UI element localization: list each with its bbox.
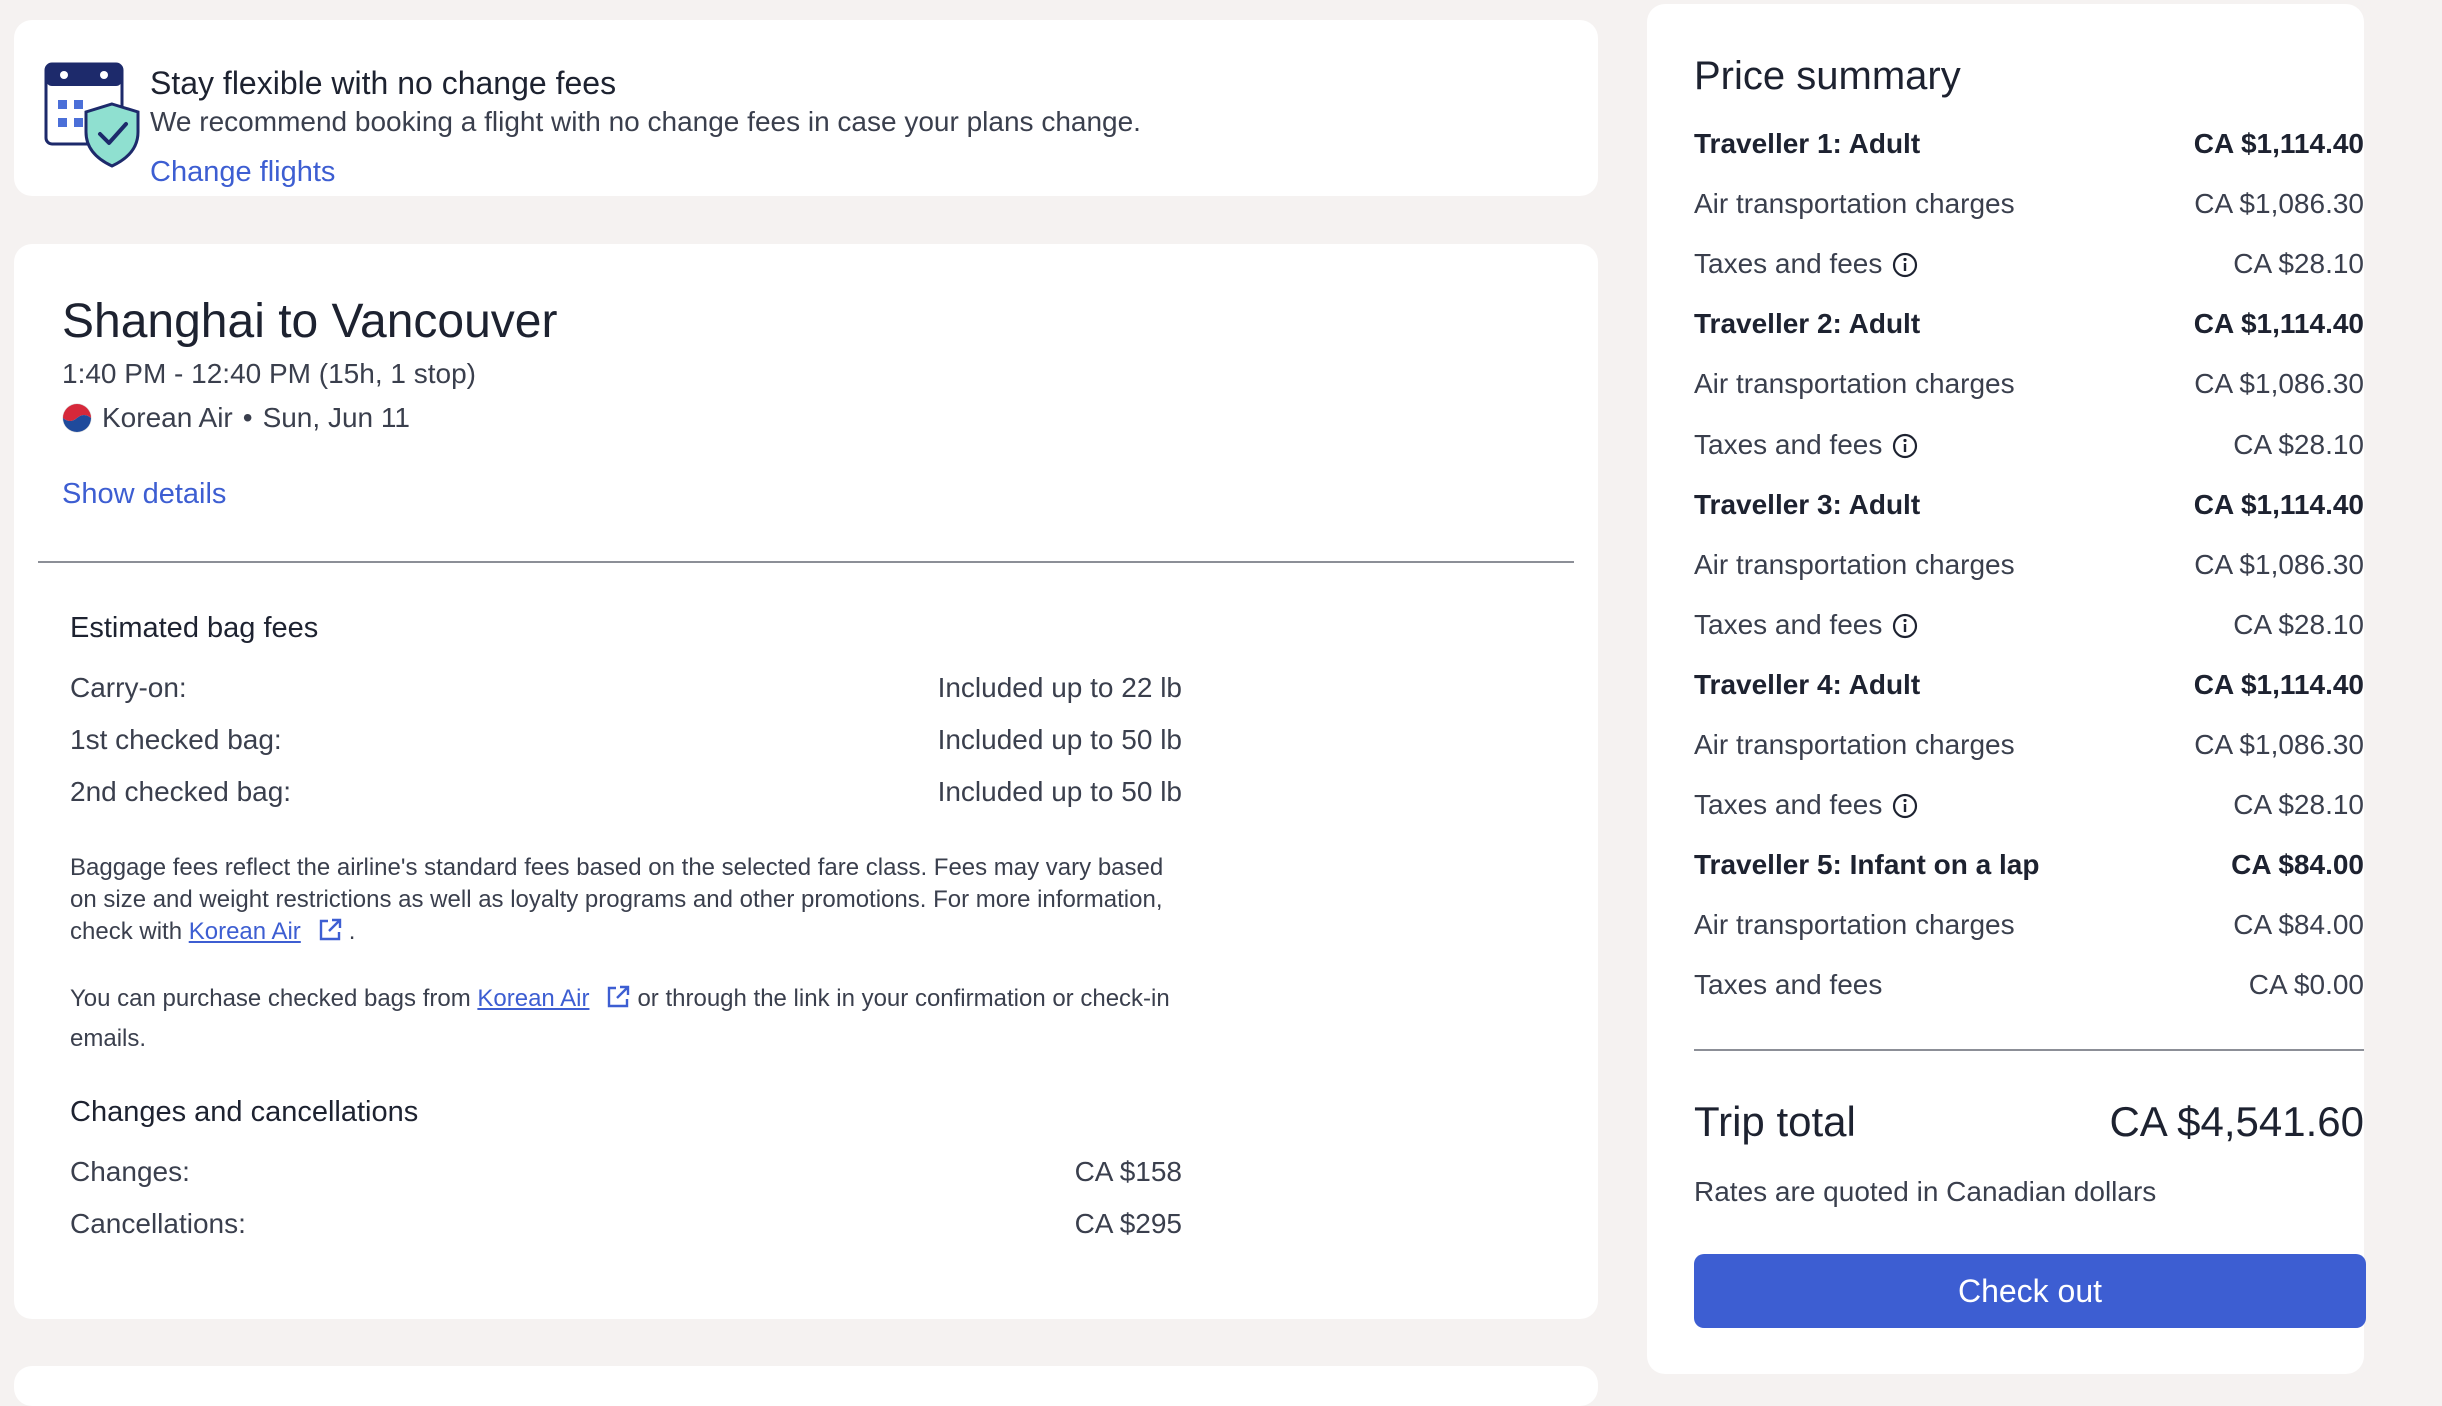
next-card	[14, 1366, 1598, 1406]
air-charges-row: Air transportation charges CA $1,086.30	[1694, 188, 2364, 220]
info-icon[interactable]	[1892, 613, 1918, 639]
price-row-amount: CA $1,114.40	[2193, 308, 2364, 339]
bag-row-2nd-checked: 2nd checked bag: Included up to 50 lb	[70, 776, 1182, 808]
price-summary-card: Price summary Traveller 1: Adult CA $1,1…	[1647, 4, 2366, 1374]
price-row-label: Taxes and fees	[1694, 248, 1883, 279]
air-charges-row: Air transportation charges CA $1,086.30	[1694, 729, 2364, 761]
divider	[38, 561, 1574, 563]
bag-row-value: Included up to 22 lb	[937, 672, 1182, 703]
show-details-link[interactable]: Show details	[62, 478, 226, 511]
purchase-bags-note: You can purchase checked bags from Korea…	[70, 979, 1190, 1059]
taxes-fees-row: Taxes and fees CA $28.10	[1694, 609, 2364, 641]
price-row-label: Traveller 2: Adult	[1694, 308, 1921, 339]
price-row-amount: CA $28.10	[2233, 789, 2364, 820]
price-row-amount: CA $1,114.40	[2193, 489, 2364, 520]
info-icon[interactable]	[1892, 433, 1918, 459]
price-row-label: Air transportation charges	[1694, 729, 2015, 760]
bag-row-value: Included up to 50 lb	[937, 724, 1182, 755]
price-row-amount: CA $28.10	[2233, 429, 2364, 460]
taxes-fees-row: Taxes and fees CA $0.00	[1694, 969, 2364, 1001]
korean-air-link[interactable]: Korean Air	[477, 985, 589, 1012]
change-row-label: Changes:	[70, 1156, 190, 1187]
taxes-fees-row: Taxes and fees CA $28.10	[1694, 789, 2364, 821]
external-link-icon[interactable]	[317, 917, 343, 943]
bag-row-1st-checked: 1st checked bag: Included up to 50 lb	[70, 724, 1182, 756]
flight-title: Shanghai to Vancouver	[62, 295, 558, 348]
price-row-amount: CA $84.00	[2233, 909, 2364, 940]
price-row-amount: CA $1,086.30	[2194, 549, 2364, 580]
trip-total-amount: CA $4,541.60	[2109, 1098, 2364, 1145]
price-row-amount: CA $1,086.30	[2194, 729, 2364, 760]
traveller-2-row: Traveller 2: Adult CA $1,114.40	[1694, 308, 2364, 340]
note-period: .	[348, 918, 356, 945]
price-row-label: Traveller 5: Infant on a lap	[1694, 849, 2040, 880]
price-row-label: Taxes and fees	[1694, 789, 1883, 820]
divider	[1694, 1049, 2364, 1051]
price-row-label: Air transportation charges	[1694, 188, 2015, 219]
no-change-fees-banner: Stay flexible with no change fees We rec…	[14, 20, 1598, 196]
cancellation-row-label: Cancellations:	[70, 1208, 246, 1239]
flight-date: Sun, Jun 11	[262, 402, 410, 433]
korean-air-link[interactable]: Korean Air	[189, 918, 301, 945]
price-row-amount: CA $1,086.30	[2194, 188, 2364, 219]
price-row-amount: CA $1,086.30	[2194, 368, 2364, 399]
price-row-label: Traveller 1: Adult	[1694, 128, 1921, 159]
air-charges-row: Air transportation charges CA $84.00	[1694, 909, 2364, 941]
price-summary-title: Price summary	[1694, 54, 1961, 98]
external-link-icon[interactable]	[605, 984, 631, 1010]
price-row-label: Air transportation charges	[1694, 549, 2015, 580]
trip-total-row: Trip total CA $4,541.60	[1694, 1098, 2364, 1146]
trip-total-label: Trip total	[1694, 1098, 1856, 1145]
traveller-5-row: Traveller 5: Infant on a lap CA $84.00	[1694, 849, 2364, 881]
cancellation-fee-row: Cancellations: CA $295	[70, 1208, 1182, 1240]
cancellation-row-value: CA $295	[1074, 1208, 1182, 1239]
change-fee-row: Changes: CA $158	[70, 1156, 1182, 1188]
checkout-button[interactable]: Check out	[1694, 1254, 2366, 1328]
traveller-3-row: Traveller 3: Adult CA $1,114.40	[1694, 489, 2364, 521]
bag-fees-title: Estimated bag fees	[70, 612, 319, 644]
price-row-label: Taxes and fees	[1694, 969, 1883, 1000]
price-row-label: Traveller 4: Adult	[1694, 669, 1921, 700]
bag-row-label: 2nd checked bag:	[70, 776, 292, 807]
air-charges-row: Air transportation charges CA $1,086.30	[1694, 368, 2364, 400]
purchase-note-text: You can purchase checked bags from	[70, 985, 471, 1012]
price-row-amount: CA $0.00	[2248, 969, 2364, 1000]
flight-time: 1:40 PM - 12:40 PM (15h, 1 stop)	[62, 358, 476, 389]
separator-dot: •	[242, 402, 253, 433]
flight-airline-info: Korean Air • Sun, Jun 11	[62, 402, 410, 434]
change-flights-link[interactable]: Change flights	[150, 156, 335, 189]
traveller-4-row: Traveller 4: Adult CA $1,114.40	[1694, 669, 2364, 701]
price-row-label: Taxes and fees	[1694, 429, 1883, 460]
korean-air-logo-icon	[62, 403, 92, 433]
changes-cancellations-title: Changes and cancellations	[70, 1096, 419, 1128]
price-row-amount: CA $28.10	[2233, 248, 2364, 279]
baggage-fees-note: Baggage fees reflect the airline's stand…	[70, 852, 1190, 948]
traveller-1-row: Traveller 1: Adult CA $1,114.40	[1694, 128, 2364, 160]
price-row-label: Air transportation charges	[1694, 368, 2015, 399]
bag-row-label: 1st checked bag:	[70, 724, 282, 755]
flight-details-card: Shanghai to Vancouver 1:40 PM - 12:40 PM…	[14, 244, 1598, 1319]
airline-name: Korean Air	[102, 402, 233, 433]
price-row-amount: CA $1,114.40	[2193, 128, 2364, 159]
price-row-label: Air transportation charges	[1694, 909, 2015, 940]
price-row-amount: CA $1,114.40	[2193, 669, 2364, 700]
banner-text: We recommend booking a flight with no ch…	[150, 106, 1141, 137]
taxes-fees-row: Taxes and fees CA $28.10	[1694, 248, 2364, 280]
bag-row-label: Carry-on:	[70, 672, 187, 703]
change-row-value: CA $158	[1074, 1156, 1182, 1187]
info-icon[interactable]	[1892, 252, 1918, 278]
price-row-amount: CA $84.00	[2231, 849, 2364, 880]
air-charges-row: Air transportation charges CA $1,086.30	[1694, 549, 2364, 581]
banner-title: Stay flexible with no change fees	[150, 65, 617, 101]
currency-note: Rates are quoted in Canadian dollars	[1694, 1176, 2157, 1207]
bag-row-value: Included up to 50 lb	[937, 776, 1182, 807]
price-row-label: Traveller 3: Adult	[1694, 489, 1921, 520]
bag-row-carry-on: Carry-on: Included up to 22 lb	[70, 672, 1182, 704]
info-icon[interactable]	[1892, 793, 1918, 819]
price-row-label: Taxes and fees	[1694, 609, 1883, 640]
taxes-fees-row: Taxes and fees CA $28.10	[1694, 429, 2364, 461]
price-row-amount: CA $28.10	[2233, 609, 2364, 640]
calendar-shield-icon	[44, 62, 140, 168]
